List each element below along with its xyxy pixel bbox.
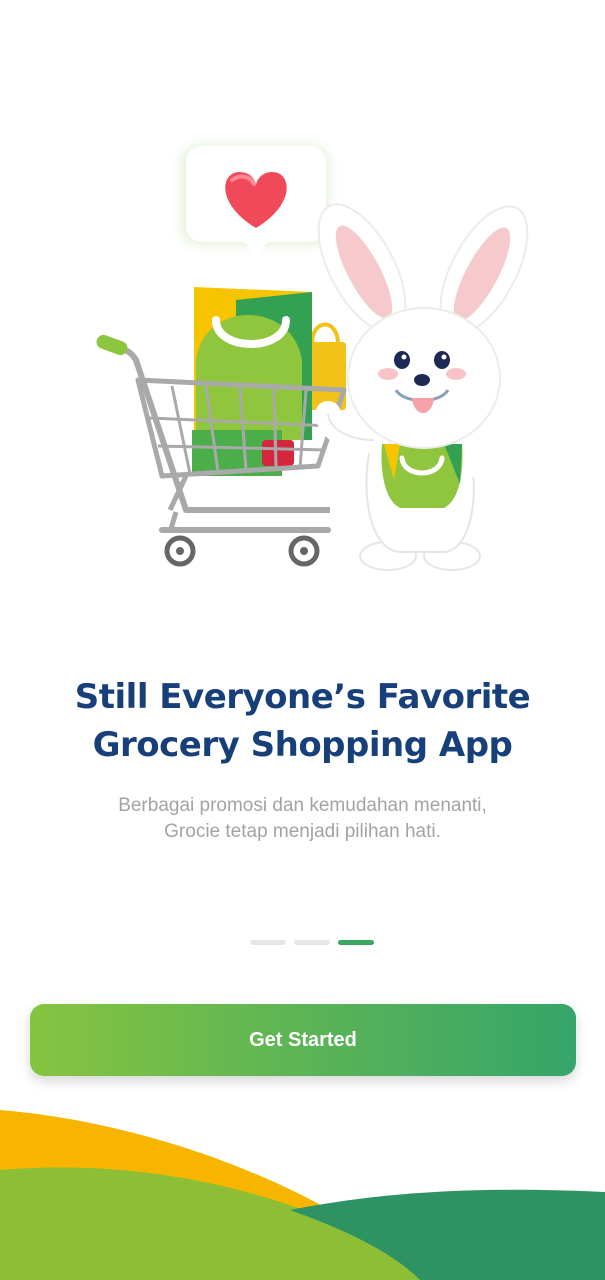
page-indicator-dot-2	[294, 940, 330, 945]
title-line-1: Still Everyone’s Favorite	[74, 676, 531, 717]
page-indicator	[250, 940, 374, 946]
subtitle-line-2: Grocie tetap menjadi pilihan hati.	[164, 821, 441, 842]
get-started-button[interactable]: Get Started	[30, 1004, 576, 1076]
title-line-2: Grocery Shopping App	[92, 724, 513, 765]
page-indicator-dot-3-active	[338, 940, 374, 945]
shopping-cart-icon	[96, 287, 347, 567]
page-title: Still Everyone’s Favorite Grocery Shoppi…	[0, 673, 605, 769]
heart-bubble	[182, 146, 328, 256]
page-subtitle: Berbagai promosi dan kemudahan menanti, …	[0, 793, 605, 845]
bottom-wave-decoration	[0, 1100, 605, 1280]
hero-illustration	[0, 0, 605, 620]
subtitle-line-1: Berbagai promosi dan kemudahan menanti,	[118, 795, 487, 816]
page-indicator-dot-1	[250, 940, 286, 945]
